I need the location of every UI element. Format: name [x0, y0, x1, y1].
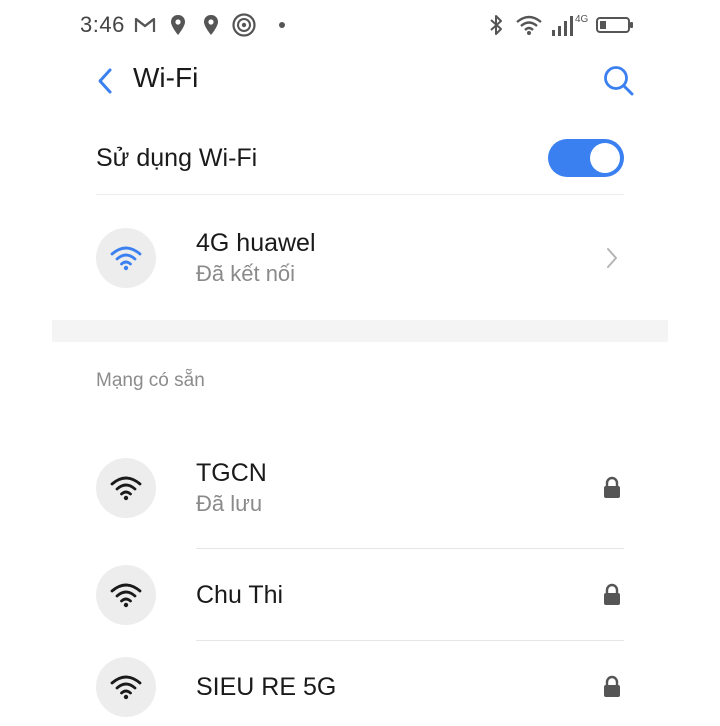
location-icon — [166, 13, 190, 37]
wifi-signal-icon-badge — [96, 228, 156, 288]
search-button[interactable] — [600, 62, 638, 100]
use-wifi-label: Sử dụng Wi-Fi — [96, 143, 258, 172]
gmail-icon — [133, 13, 157, 37]
wifi-icon — [110, 675, 142, 700]
wifi-settings-screen: 3:46 4G Wi-Fi Sử dụng Wi-Fi 4G huawel Đã… — [52, 0, 668, 720]
network-status: Đã lưu — [196, 491, 263, 516]
notification-dot — [278, 22, 285, 28]
bluetooth-icon — [484, 13, 508, 37]
wifi-signal-icon-badge — [96, 565, 156, 625]
chevron-right-icon — [600, 244, 624, 272]
network-status: Đã kết nối — [196, 261, 296, 286]
signal-4g-icon: 4G — [550, 13, 590, 37]
status-time: 3:46 — [80, 12, 125, 37]
network-row-tgcn[interactable]: TGCN Đã lưu — [96, 446, 624, 530]
status-bar: 3:46 4G — [80, 8, 640, 42]
lock-icon — [600, 673, 624, 701]
use-wifi-row: Sử dụng Wi-Fi — [96, 128, 624, 188]
lock-icon — [600, 581, 624, 609]
page-title: Wi-Fi — [133, 62, 199, 93]
network-name: 4G huawel — [196, 229, 316, 257]
back-button[interactable] — [90, 64, 120, 98]
connected-network-text: 4G huawel Đã kết nối — [196, 218, 316, 298]
wifi-signal-icon-badge — [96, 657, 156, 717]
wifi-toggle-switch[interactable] — [548, 139, 624, 177]
section-separator — [52, 320, 668, 342]
wifi-signal-icon-badge — [96, 458, 156, 518]
network-name: SIEU RE 5G — [196, 673, 337, 701]
chevron-left-icon — [98, 68, 112, 94]
wifi-icon — [514, 13, 544, 37]
divider — [196, 548, 624, 549]
wifi-icon — [110, 583, 142, 608]
network-text: SIEU RE 5G — [196, 648, 336, 726]
network-name: Chu Thi — [196, 581, 284, 609]
network-row-chu-thi[interactable]: Chu Thi — [96, 556, 624, 634]
lock-icon — [600, 474, 624, 502]
network-text: Chu Thi — [196, 556, 283, 634]
divider — [96, 194, 624, 195]
location-icon — [199, 13, 223, 37]
wifi-icon — [110, 476, 142, 501]
network-name: TGCN — [196, 459, 267, 487]
toggle-knob — [590, 143, 620, 173]
available-networks-header: Mạng có sẵn — [96, 370, 205, 391]
network-type-label: 4G — [575, 14, 589, 25]
network-row-sieu-re-5g[interactable]: SIEU RE 5G — [96, 648, 624, 726]
search-icon — [604, 66, 634, 96]
network-text: TGCN Đã lưu — [196, 446, 267, 530]
divider — [196, 640, 624, 641]
wifi-connected-icon — [110, 246, 142, 271]
battery-icon — [596, 13, 634, 37]
connected-network-row[interactable]: 4G huawel Đã kết nối — [96, 218, 624, 298]
header: Wi-Fi — [52, 58, 668, 104]
app-icon — [232, 13, 256, 37]
status-right-icons: 4G — [484, 13, 640, 37]
